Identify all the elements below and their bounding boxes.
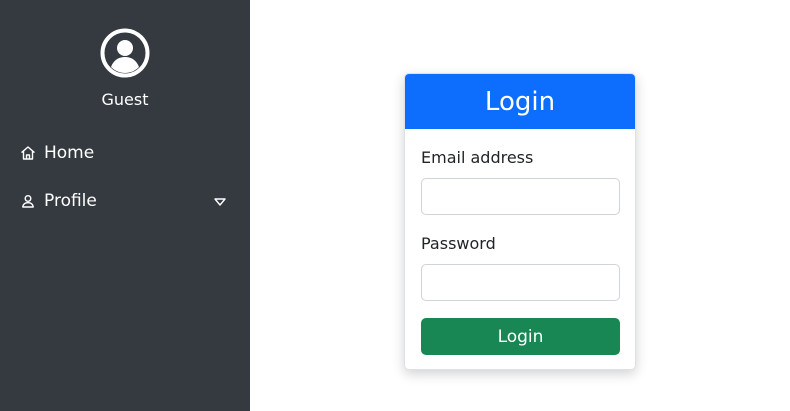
- sidebar-item-label: Profile: [44, 191, 97, 211]
- login-title: Login: [484, 86, 556, 117]
- sidebar-item-home[interactable]: Home: [20, 140, 235, 166]
- user-avatar-icon: [100, 28, 150, 78]
- email-label: Email address: [421, 148, 534, 167]
- home-icon: [20, 145, 36, 161]
- sidebar-item-label: Home: [44, 143, 95, 163]
- user-icon: [20, 193, 36, 209]
- login-card: Login Email address Password Login: [404, 73, 636, 370]
- login-card-header: Login: [405, 74, 635, 129]
- password-field[interactable]: [421, 264, 620, 301]
- password-label: Password: [421, 234, 496, 253]
- user-name: Guest: [101, 90, 149, 109]
- app-root: Guest Home Profile Login Email address P…: [0, 0, 790, 411]
- sidebar: Guest Home Profile: [0, 0, 250, 411]
- chevron-down-icon[interactable]: [213, 194, 227, 208]
- email-field[interactable]: [421, 178, 620, 215]
- login-button[interactable]: Login: [421, 318, 620, 355]
- sidebar-item-profile[interactable]: Profile: [20, 188, 235, 214]
